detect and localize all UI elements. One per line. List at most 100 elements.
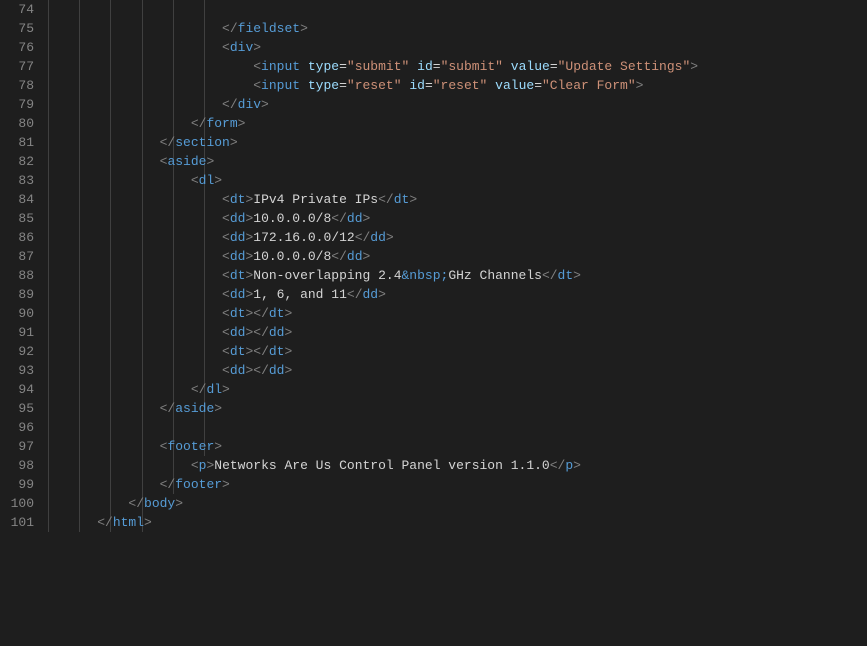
token-tag: dd (347, 249, 363, 264)
code-line[interactable]: <dd>172.16.0.0/12</dd> (66, 228, 867, 247)
token-tag: dt (558, 268, 574, 283)
code-line[interactable]: </form> (66, 114, 867, 133)
token-tag: dd (230, 287, 246, 302)
line-number: 97 (0, 437, 34, 456)
code-line[interactable]: <dd>10.0.0.0/8</dd> (66, 209, 867, 228)
line-number: 86 (0, 228, 34, 247)
token-text: Networks Are Us Control Panel version 1.… (214, 458, 549, 473)
token-bracket: </ (550, 458, 566, 473)
line-number: 82 (0, 152, 34, 171)
token-bracket: > (386, 230, 394, 245)
token-bracket: > (573, 458, 581, 473)
code-line[interactable]: <input type="submit" id="submit" value="… (66, 57, 867, 76)
token-bracket: </ (331, 211, 347, 226)
code-line[interactable] (66, 418, 867, 437)
token-entity: &nbsp; (402, 268, 449, 283)
token-text: Non-overlapping 2.4 (253, 268, 401, 283)
code-line[interactable]: </fieldset> (66, 19, 867, 38)
token-tag: aside (167, 154, 206, 169)
indent-guide (48, 0, 49, 532)
code-line[interactable]: <dd>10.0.0.0/8</dd> (66, 247, 867, 266)
token-bracket: > (300, 21, 308, 36)
code-line[interactable]: </body> (66, 494, 867, 513)
token-bracket: > (175, 496, 183, 511)
line-number: 92 (0, 342, 34, 361)
token-text: 1, 6, and 11 (253, 287, 347, 302)
token-tag: dt (230, 192, 246, 207)
line-number: 79 (0, 95, 34, 114)
line-number: 101 (0, 513, 34, 532)
token-bracket: > (238, 116, 246, 131)
code-line[interactable]: <dt></dt> (66, 304, 867, 323)
code-line[interactable]: <p>Networks Are Us Control Panel version… (66, 456, 867, 475)
token-bracket: </ (191, 382, 207, 397)
token-tag: input (261, 59, 300, 74)
code-line[interactable]: </div> (66, 95, 867, 114)
token-tag: dd (230, 249, 246, 264)
code-content-area[interactable]: </fieldset> <div> <input type="submit" i… (48, 0, 867, 646)
code-line[interactable]: <input type="reset" id="reset" value="Cl… (66, 76, 867, 95)
code-line[interactable]: </html> (66, 513, 867, 532)
code-line[interactable]: <dd></dd> (66, 323, 867, 342)
token-tag: fieldset (238, 21, 300, 36)
token-attr: id (417, 59, 433, 74)
token-text: IPv4 Private IPs (253, 192, 378, 207)
token-tag: footer (167, 439, 214, 454)
token-text (487, 78, 495, 93)
token-bracket: < (191, 173, 199, 188)
code-line[interactable]: <dd></dd> (66, 361, 867, 380)
token-tag: form (206, 116, 237, 131)
code-line[interactable]: <footer> (66, 437, 867, 456)
token-tag: input (261, 78, 300, 93)
token-bracket: </ (97, 515, 113, 530)
token-bracket: > (378, 287, 386, 302)
token-tag: dt (230, 268, 246, 283)
token-tag: div (230, 40, 253, 55)
token-bracket: </ (331, 249, 347, 264)
token-tag: dd (230, 325, 246, 340)
code-editor[interactable]: 7475767778798081828384858687888990919293… (0, 0, 867, 646)
token-bracket: > (284, 363, 292, 378)
token-bracket: < (222, 344, 230, 359)
code-line[interactable]: <dt></dt> (66, 342, 867, 361)
token-text: = (433, 59, 441, 74)
line-number: 89 (0, 285, 34, 304)
token-bracket: > (363, 211, 371, 226)
token-tag: dt (394, 192, 410, 207)
line-number: 100 (0, 494, 34, 513)
code-line[interactable]: </dl> (66, 380, 867, 399)
token-text: GHz Channels (448, 268, 542, 283)
code-line[interactable]: <aside> (66, 152, 867, 171)
token-text: 10.0.0.0/8 (253, 249, 331, 264)
token-tag: dd (230, 230, 246, 245)
token-tag: body (144, 496, 175, 511)
code-line[interactable]: </section> (66, 133, 867, 152)
token-tag: dl (206, 382, 222, 397)
code-line[interactable]: </footer> (66, 475, 867, 494)
token-bracket: </ (253, 306, 269, 321)
code-lines[interactable]: </fieldset> <div> <input type="submit" i… (66, 0, 867, 532)
token-bracket: > (363, 249, 371, 264)
code-line[interactable]: <dd>1, 6, and 11</dd> (66, 285, 867, 304)
token-tag: dd (370, 230, 386, 245)
token-bracket: </ (378, 192, 394, 207)
token-tag: dd (269, 363, 285, 378)
token-attr: type (308, 59, 339, 74)
line-number: 91 (0, 323, 34, 342)
token-tag: dt (230, 306, 246, 321)
token-tag: dd (347, 211, 363, 226)
token-bracket: < (191, 458, 199, 473)
code-line[interactable]: <div> (66, 38, 867, 57)
code-line[interactable]: <dl> (66, 171, 867, 190)
code-line[interactable]: <dt>IPv4 Private IPs</dt> (66, 190, 867, 209)
line-number: 84 (0, 190, 34, 209)
token-text: 10.0.0.0/8 (253, 211, 331, 226)
token-bracket: < (222, 192, 230, 207)
token-bracket: < (222, 325, 230, 340)
token-text (409, 59, 417, 74)
code-line[interactable]: </aside> (66, 399, 867, 418)
code-line[interactable] (66, 0, 867, 19)
code-line[interactable]: <dt>Non-overlapping 2.4&nbsp;GHz Channel… (66, 266, 867, 285)
token-bracket: > (284, 306, 292, 321)
line-number: 78 (0, 76, 34, 95)
